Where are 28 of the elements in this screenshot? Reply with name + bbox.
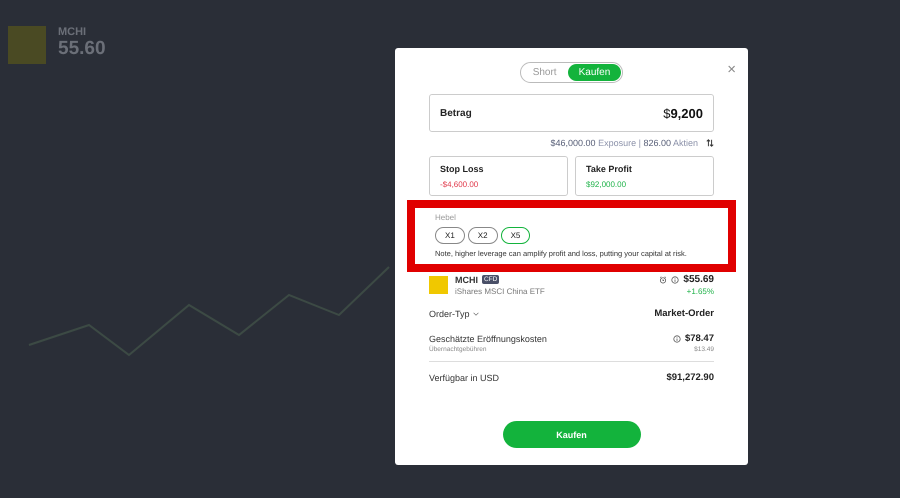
leverage-option[interactable]: X1 <box>435 227 465 244</box>
take-profit-field[interactable]: Take Profit $92,000.00 <box>575 156 714 196</box>
available-label: Verfügbar in USD <box>429 372 500 382</box>
symbol-label: MCHI <box>58 26 88 38</box>
leverage-option[interactable]: X2 <box>468 227 498 244</box>
instrument-symbol: MCHI <box>455 274 478 284</box>
chevron-down-icon <box>472 312 479 316</box>
leverage-label: Hebel <box>435 213 457 222</box>
instrument-name: iShares MSCI China ETF <box>455 286 546 296</box>
costs-label: Geschätzte Eröffnungskosten <box>429 334 548 344</box>
order-type-dropdown[interactable]: Order-Typ <box>429 308 479 318</box>
order-type-value: Market-Order <box>654 308 714 319</box>
leverage-option[interactable]: X5 <box>500 227 530 244</box>
exposure-text: $46,000.00 Exposure | 826.00 Aktien <box>550 138 698 148</box>
costs-value: $78.47 <box>684 333 714 344</box>
available-value: $91,272.90 <box>666 372 714 383</box>
info-icon[interactable] <box>672 334 681 342</box>
price-label: 55.60 <box>58 38 106 60</box>
swap-icon[interactable] <box>706 139 714 147</box>
stop-loss-field[interactable]: Stop Loss -$4,600.00 <box>429 156 568 196</box>
amount-field[interactable]: Betrag $9,200 <box>429 94 714 132</box>
fund-logo <box>429 276 448 294</box>
close-button[interactable]: × <box>727 62 736 77</box>
info-icon[interactable] <box>671 276 680 284</box>
alarm-clock-icon[interactable] <box>659 276 668 284</box>
fund-logo <box>8 26 46 64</box>
instrument-price: $55.69 <box>683 274 714 285</box>
price-change: +1.65% <box>686 287 714 296</box>
